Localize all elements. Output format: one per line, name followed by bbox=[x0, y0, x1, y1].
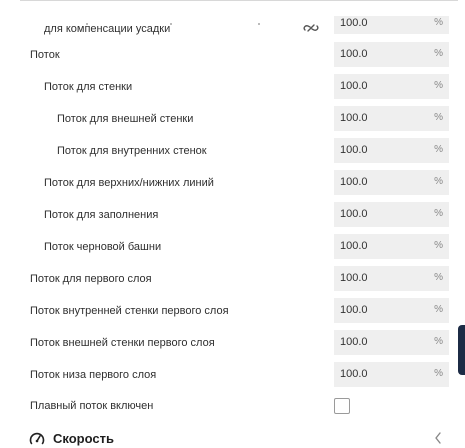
link-icon[interactable] bbox=[302, 20, 320, 36]
setting-label: Поток низа первого слоя bbox=[30, 369, 157, 381]
field-value: 100.0 bbox=[340, 112, 368, 124]
setting-row-smooth-flow: Плавный поток включен bbox=[0, 396, 458, 424]
field-unit: % bbox=[434, 240, 443, 251]
field-value: 100.0 bbox=[340, 80, 368, 92]
field-value: 100.0 bbox=[340, 48, 368, 60]
field-value: 100.0 bbox=[340, 304, 368, 316]
setting-label: Поток черновой башни bbox=[44, 241, 162, 253]
field-value: 100.0 bbox=[340, 17, 368, 29]
value-field[interactable]: 100.0 % bbox=[334, 138, 449, 163]
field-unit: % bbox=[434, 144, 443, 155]
smooth-flow-checkbox[interactable] bbox=[334, 398, 350, 414]
setting-row-top-bottom-flow: Поток для верхних/нижних линий 100.0 % bbox=[0, 170, 458, 198]
value-field[interactable]: 100.0 % bbox=[334, 298, 449, 323]
field-unit: % bbox=[434, 336, 443, 347]
field-unit: % bbox=[434, 112, 443, 123]
value-field[interactable]: 100.0 % bbox=[334, 362, 449, 387]
setting-row-outer-wall-flow: Поток для внешней стенки 100.0 % bbox=[0, 106, 458, 134]
value-field[interactable]: 100.0 % bbox=[334, 202, 449, 227]
section-title: Скорость bbox=[53, 431, 114, 446]
setting-label: Поток для стенки bbox=[44, 81, 133, 93]
setting-label: Плавный поток включен bbox=[30, 400, 154, 412]
field-value: 100.0 bbox=[340, 144, 368, 156]
setting-row-infill-flow: Поток для заполнения 100.0 % bbox=[0, 202, 458, 230]
field-value: 100.0 bbox=[340, 368, 368, 380]
value-field[interactable]: 100.0 % bbox=[334, 16, 449, 34]
field-unit: % bbox=[434, 80, 443, 91]
side-panel-tab[interactable] bbox=[458, 325, 465, 375]
setting-row-wall-flow: Поток для стенки 100.0 % bbox=[0, 74, 458, 102]
value-field[interactable]: 100.0 % bbox=[334, 330, 449, 355]
setting-row-prime-tower-flow: Поток черновой башни 100.0 % bbox=[0, 234, 458, 262]
setting-label: для компенсации усадки bbox=[44, 23, 171, 35]
field-value: 100.0 bbox=[340, 208, 368, 220]
field-value: 100.0 bbox=[340, 176, 368, 188]
setting-row-initial-layer-outer-wall-flow: Поток внешней стенки первого слоя 100.0 … bbox=[0, 330, 458, 358]
value-field[interactable]: 100.0 % bbox=[334, 266, 449, 291]
section-header-speed[interactable]: Скорость bbox=[0, 428, 458, 448]
setting-row-shrinkage-flow: для компенсации усадки 100.0 % bbox=[0, 16, 458, 44]
field-unit: % bbox=[434, 48, 443, 59]
value-field[interactable]: 100.0 % bbox=[334, 106, 449, 131]
field-unit: % bbox=[434, 272, 443, 283]
field-value: 100.0 bbox=[340, 336, 368, 348]
field-unit: % bbox=[434, 176, 443, 187]
setting-label: Поток для заполнения bbox=[44, 209, 159, 221]
field-unit: % bbox=[434, 368, 443, 379]
chevron-left-icon[interactable] bbox=[433, 431, 443, 445]
value-field[interactable]: 100.0 % bbox=[334, 42, 449, 67]
field-value: 100.0 bbox=[340, 240, 368, 252]
setting-label: Поток внешней стенки первого слоя bbox=[30, 337, 215, 349]
speedometer-icon bbox=[29, 432, 45, 445]
field-unit: % bbox=[434, 304, 443, 315]
field-value: 100.0 bbox=[340, 272, 368, 284]
value-field[interactable]: 100.0 % bbox=[334, 234, 449, 259]
setting-label: Поток для первого слоя bbox=[30, 273, 152, 285]
setting-label: Поток внутренней стенки первого слоя bbox=[30, 305, 229, 317]
value-field[interactable]: 100.0 % bbox=[334, 170, 449, 195]
top-divider bbox=[20, 0, 458, 1]
setting-label: Поток для внешней стенки bbox=[57, 113, 194, 125]
setting-label: Поток для внутренних стенок bbox=[57, 145, 207, 157]
setting-label: Поток bbox=[30, 49, 60, 61]
setting-label: Поток для верхних/нижних линий bbox=[44, 177, 214, 189]
field-unit: % bbox=[434, 208, 443, 219]
setting-row-initial-layer-flow: Поток для первого слоя 100.0 % bbox=[0, 266, 458, 294]
setting-row-initial-layer-bottom-flow: Поток низа первого слоя 100.0 % bbox=[0, 362, 458, 390]
setting-row-initial-layer-inner-wall-flow: Поток внутренней стенки первого слоя 100… bbox=[0, 298, 458, 326]
field-unit: % bbox=[434, 17, 443, 28]
setting-row-inner-wall-flow: Поток для внутренних стенок 100.0 % bbox=[0, 138, 458, 166]
value-field[interactable]: 100.0 % bbox=[334, 74, 449, 99]
setting-row-flow: Поток 100.0 % bbox=[0, 42, 458, 70]
